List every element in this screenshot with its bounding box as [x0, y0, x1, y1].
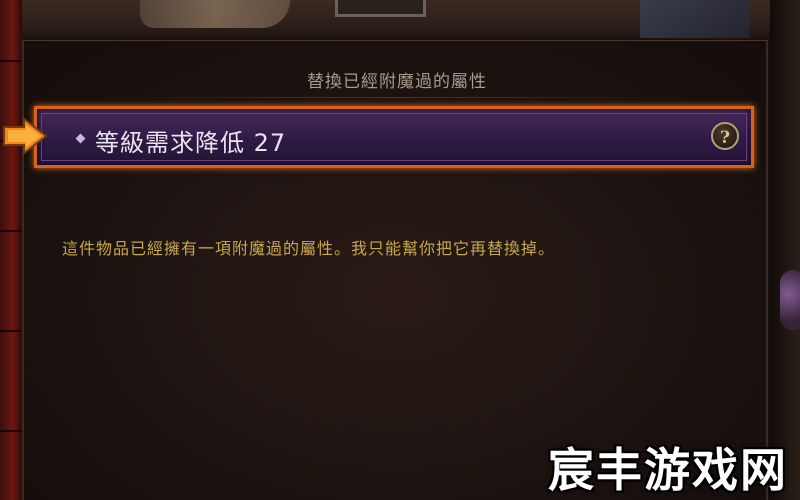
dialog-description: 這件物品已經擁有一項附魔過的屬性。我只能幫你把它再替換掉。: [62, 239, 556, 258]
watermark-text: 宸丰游戏网: [548, 443, 788, 497]
dialog-title: 替換已經附魔過的屬性: [307, 72, 487, 92]
background-scene: [0, 0, 800, 40]
orange-arrow-icon: [3, 117, 48, 155]
question-mark-icon[interactable]: ?: [711, 122, 739, 150]
left-frame-border: [0, 0, 22, 500]
game-screen: 替換已經附魔過的屬性 等級需求降低 27 ? 這件物品已經擁有一項附魔過的屬性。…: [0, 0, 800, 500]
right-frame-border: [770, 0, 800, 500]
right-side-orb: [780, 270, 800, 330]
scene-bone-prop: [140, 0, 290, 28]
border-notch: [0, 430, 22, 432]
border-notch: [0, 60, 22, 62]
enchant-dialog-panel: 替換已經附魔過的屬性 等級需求降低 27 ? 這件物品已經擁有一項附魔過的屬性。…: [22, 40, 768, 500]
scene-frame-prop: [335, 0, 426, 17]
title-divider: [84, 97, 704, 98]
scene-right-prop: [640, 0, 750, 38]
border-notch: [0, 230, 22, 232]
affix-label: 等級需求降低 27: [95, 129, 287, 157]
selected-affix-row[interactable]: 等級需求降低 27 ?: [34, 106, 754, 168]
border-notch: [0, 330, 22, 332]
